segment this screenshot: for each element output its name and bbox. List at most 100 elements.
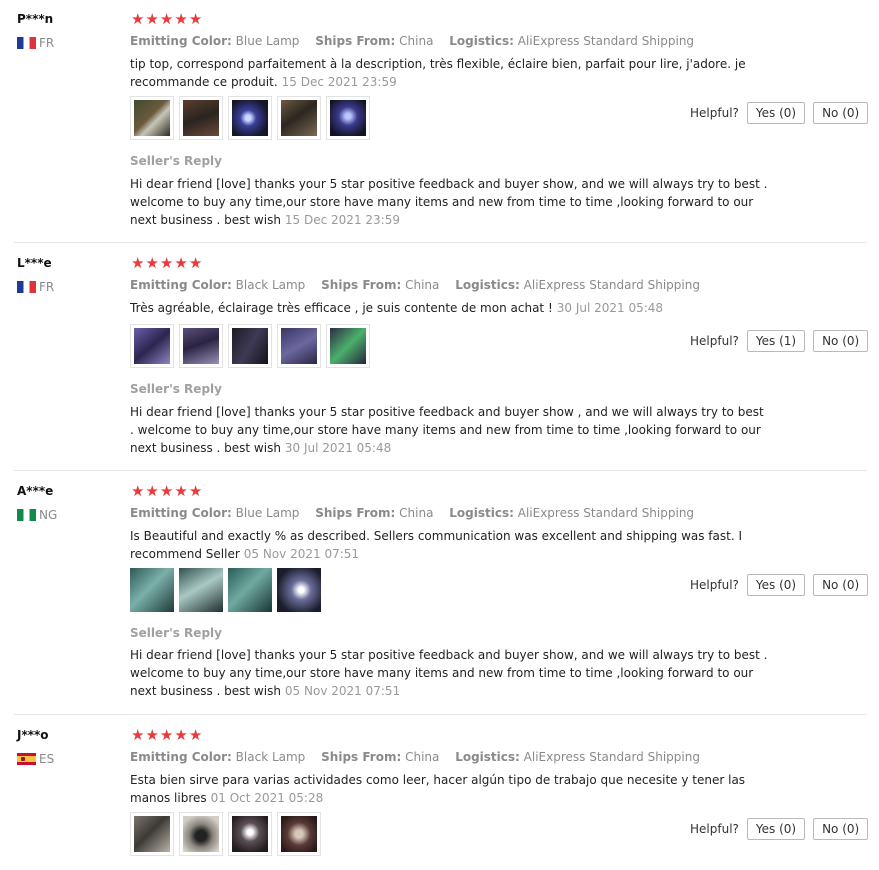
star-icon: ★ xyxy=(174,254,188,272)
rating-stars: ★ ★ ★ ★ ★ xyxy=(131,728,202,743)
helpful-no-button[interactable]: No (0) xyxy=(813,574,869,596)
review-photo[interactable] xyxy=(228,324,272,368)
helpful-vote: Helpful? Yes (1) No (0) xyxy=(690,330,869,352)
review-body: tip top, correspond parfaitement à la de… xyxy=(130,57,746,89)
star-icon: ★ xyxy=(159,726,174,744)
review-text: Très agréable, éclairage très efficace ,… xyxy=(130,299,780,317)
flag-fr-icon xyxy=(17,281,36,293)
reply-date: 30 Jul 2021 05:48 xyxy=(284,441,392,455)
ships-from-value: China xyxy=(399,506,434,520)
reply-date: 15 Dec 2021 23:59 xyxy=(284,213,400,227)
reply-body: Hi dear friend [love] thanks your 5 star… xyxy=(130,405,764,455)
rating-stars: ★ ★ ★ ★ ★ xyxy=(131,256,202,271)
seller-reply-title: Seller's Reply xyxy=(130,154,222,168)
review-photo[interactable] xyxy=(228,568,272,612)
country-code: FR xyxy=(39,36,55,50)
flag-fr-icon xyxy=(17,37,36,49)
star-icon: ★ xyxy=(188,254,203,272)
helpful-no-button[interactable]: No (0) xyxy=(813,818,869,840)
emitting-color-value: Black Lamp xyxy=(235,278,306,292)
reply-date: 05 Nov 2021 07:51 xyxy=(284,684,401,698)
review-date: 30 Jul 2021 05:48 xyxy=(556,301,664,315)
review-photo[interactable] xyxy=(179,324,223,368)
logistics-label: Logistics: xyxy=(455,278,520,292)
ships-from-label: Ships From: xyxy=(315,34,396,48)
review-photo[interactable] xyxy=(130,324,174,368)
helpful-label: Helpful? xyxy=(690,822,739,836)
helpful-yes-button[interactable]: Yes (0) xyxy=(746,818,806,840)
seller-reply-text: Hi dear friend [love] thanks your 5 star… xyxy=(130,175,770,229)
helpful-no-button[interactable]: No (0) xyxy=(813,102,869,124)
helpful-vote: Helpful? Yes (0) No (0) xyxy=(690,574,869,596)
star-icon: ★ xyxy=(159,254,174,272)
country-code: FR xyxy=(39,280,55,294)
country-code: NG xyxy=(39,508,58,522)
reviewer-country: ES xyxy=(17,752,54,766)
star-icon: ★ xyxy=(188,726,203,744)
star-icon: ★ xyxy=(145,254,159,272)
helpful-vote: Helpful? Yes (0) No (0) xyxy=(690,102,869,124)
reviewer-country: NG xyxy=(17,508,57,522)
star-icon: ★ xyxy=(188,482,203,500)
ships-from-label: Ships From: xyxy=(315,506,396,520)
star-icon: ★ xyxy=(159,10,174,28)
reviewer-name: A***e xyxy=(17,484,54,498)
review-text: tip top, correspond parfaitement à la de… xyxy=(130,55,780,91)
flag-es-icon xyxy=(17,753,36,765)
country-code: ES xyxy=(39,752,55,766)
star-icon: ★ xyxy=(131,10,145,28)
star-icon: ★ xyxy=(174,482,188,500)
review-photo[interactable] xyxy=(277,324,321,368)
review-text: Esta bien sirve para varias actividades … xyxy=(130,771,780,807)
star-icon: ★ xyxy=(145,482,159,500)
review-photo[interactable] xyxy=(326,96,370,140)
review-date: 05 Nov 2021 07:51 xyxy=(243,547,360,561)
helpful-yes-button[interactable]: Yes (1) xyxy=(746,330,806,352)
emitting-color-value: Blue Lamp xyxy=(235,506,300,520)
review-photo[interactable] xyxy=(179,812,223,856)
review-photo[interactable] xyxy=(130,568,174,612)
reply-body: Hi dear friend [love] thanks your 5 star… xyxy=(130,177,768,227)
review-text: Is Beautiful and exactly % as described.… xyxy=(130,527,780,563)
helpful-no-button[interactable]: No (0) xyxy=(813,330,869,352)
review-photo[interactable] xyxy=(130,812,174,856)
reviewer-name: L***e xyxy=(17,256,52,270)
star-icon: ★ xyxy=(145,726,159,744)
review-photo[interactable] xyxy=(277,96,321,140)
helpful-label: Helpful? xyxy=(690,334,739,348)
emitting-color-value: Blue Lamp xyxy=(235,34,300,48)
helpful-label: Helpful? xyxy=(690,106,739,120)
review-divider xyxy=(14,714,867,715)
seller-reply-title: Seller's Reply xyxy=(130,626,222,640)
star-icon: ★ xyxy=(131,482,145,500)
helpful-yes-button[interactable]: Yes (0) xyxy=(746,102,806,124)
emitting-color-value: Black Lamp xyxy=(235,750,306,764)
helpful-yes-button[interactable]: Yes (0) xyxy=(746,574,806,596)
logistics-label: Logistics: xyxy=(455,750,520,764)
review-photo[interactable] xyxy=(277,812,321,856)
review-photo[interactable] xyxy=(326,324,370,368)
ships-from-label: Ships From: xyxy=(321,750,402,764)
star-icon: ★ xyxy=(174,726,188,744)
ships-from-value: China xyxy=(399,34,434,48)
review-date: 15 Dec 2021 23:59 xyxy=(281,75,397,89)
logistics-value: AliExpress Standard Shipping xyxy=(517,506,695,520)
review-date: 01 Oct 2021 05:28 xyxy=(210,791,324,805)
star-icon: ★ xyxy=(159,482,174,500)
reviewer-name: J***o xyxy=(17,728,49,742)
review-divider xyxy=(14,470,867,471)
review-photo[interactable] xyxy=(228,812,272,856)
emitting-color-label: Emitting Color: xyxy=(130,34,232,48)
review-photo[interactable] xyxy=(179,568,223,612)
review-photo[interactable] xyxy=(179,96,223,140)
review-photo[interactable] xyxy=(228,96,272,140)
helpful-vote: Helpful? Yes (0) No (0) xyxy=(690,818,869,840)
review-photos xyxy=(130,96,370,140)
logistics-label: Logistics: xyxy=(449,34,514,48)
ships-from-value: China xyxy=(405,750,440,764)
review-body: Is Beautiful and exactly % as described.… xyxy=(130,529,743,561)
review-photo[interactable] xyxy=(277,568,321,612)
reply-body: Hi dear friend [love] thanks your 5 star… xyxy=(130,648,768,698)
review-photo[interactable] xyxy=(130,96,174,140)
logistics-value: AliExpress Standard Shipping xyxy=(523,278,700,292)
